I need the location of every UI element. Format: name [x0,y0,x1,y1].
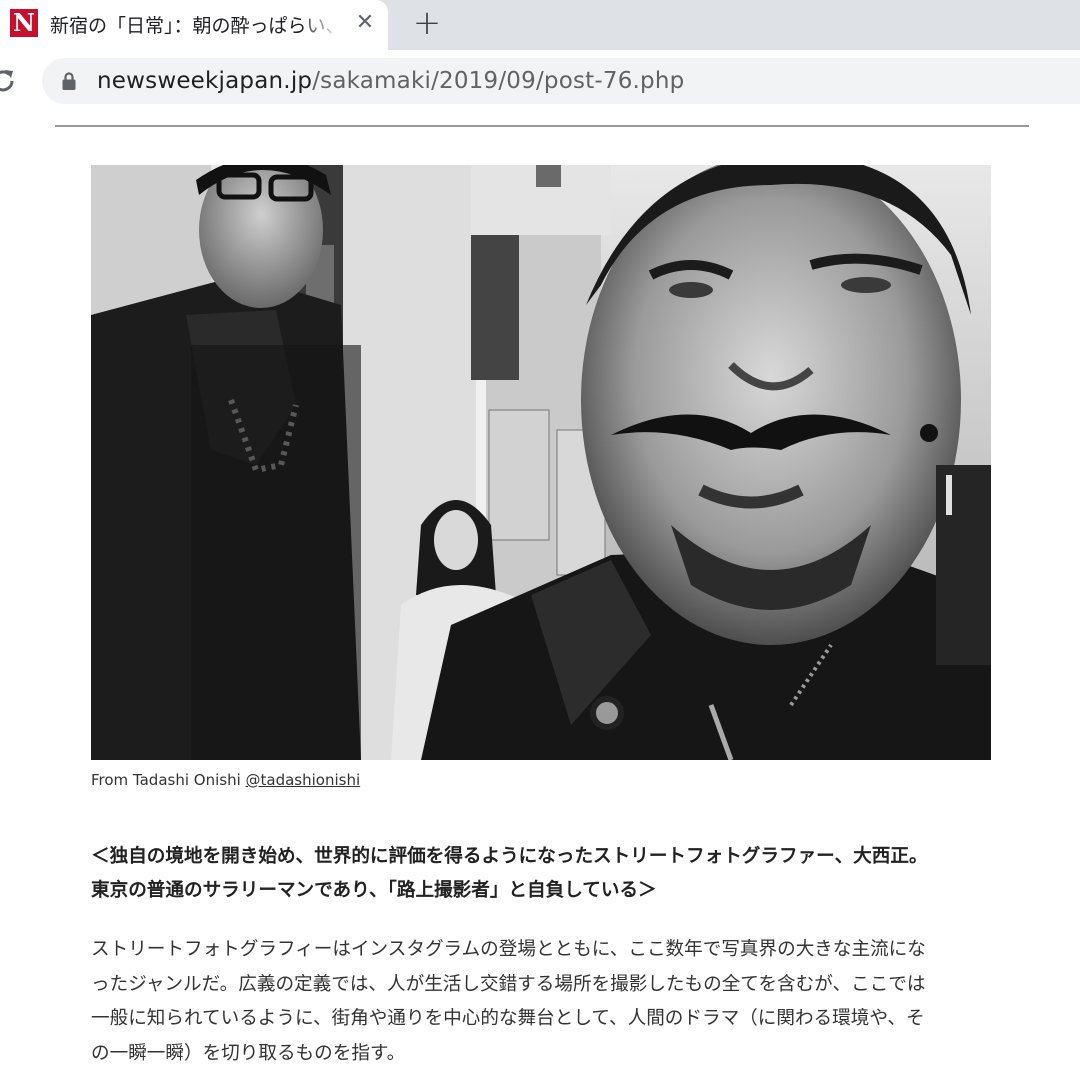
header-divider [55,125,1029,127]
lock-icon[interactable] [62,71,76,91]
newsweek-favicon-icon: N [10,9,38,37]
url-path: /sakamaki/2019/09/post-76.php [312,68,685,94]
lead-line: 東京の普通のサラリーマンであり、「路上撮影者」と自負している＞ [91,880,657,901]
body-line: ストリートフォトグラフィーはインスタグラムの登場とともに、ここ数年で写真界の大き… [91,939,926,960]
caption-author-link[interactable]: @tadashionishi [246,771,361,789]
url-host: newsweekjapan.jp [97,68,313,94]
street-photo-illustration [91,165,991,760]
close-icon[interactable]: ✕ [352,10,378,36]
tab-title-fade [300,8,340,40]
plus-icon[interactable]: + [410,6,444,40]
article-lead: ＜独自の境地を開き始め、世界的に評価を得るようになったストリートフォトグラファー… [91,840,1031,908]
photo-caption: From Tadashi Onishi @tadashionishi [91,771,360,789]
address-bar[interactable]: newsweekjapan.jp/sakamaki/2019/09/post-7… [42,58,1080,104]
lead-line: ＜独自の境地を開き始め、世界的に評価を得るようになったストリートフォトグラファー… [91,846,928,867]
article-body: ストリートフォトグラフィーはインスタグラムの登場とともに、ここ数年で写真界の大き… [91,933,1031,1071]
favicon-letter: N [13,8,35,37]
body-line: 一般に知られているように、街角や通りを中心的な舞台として、人間のドラマ（に関わる… [91,1008,925,1029]
body-line: ったジャンルだ。広義の定義では、人が生活し交錯する場所を撮影したもの全てを含むが… [91,973,926,995]
article-photo [91,165,991,760]
tab-active[interactable]: N 新宿の「日常」：朝の酔っぱらい、 ✕ [0,0,388,50]
url-text[interactable]: newsweekjapan.jp/sakamaki/2019/09/post-7… [97,68,684,94]
browser-toolbar: newsweekjapan.jp/sakamaki/2019/09/post-7… [0,50,1080,112]
body-line: の一瞬一瞬）を切り取るものを指す。 [91,1042,406,1064]
tab-strip: N 新宿の「日常」：朝の酔っぱらい、 ✕ + [0,0,1080,50]
caption-text: From Tadashi Onishi [91,771,246,789]
reload-icon[interactable] [0,66,18,96]
